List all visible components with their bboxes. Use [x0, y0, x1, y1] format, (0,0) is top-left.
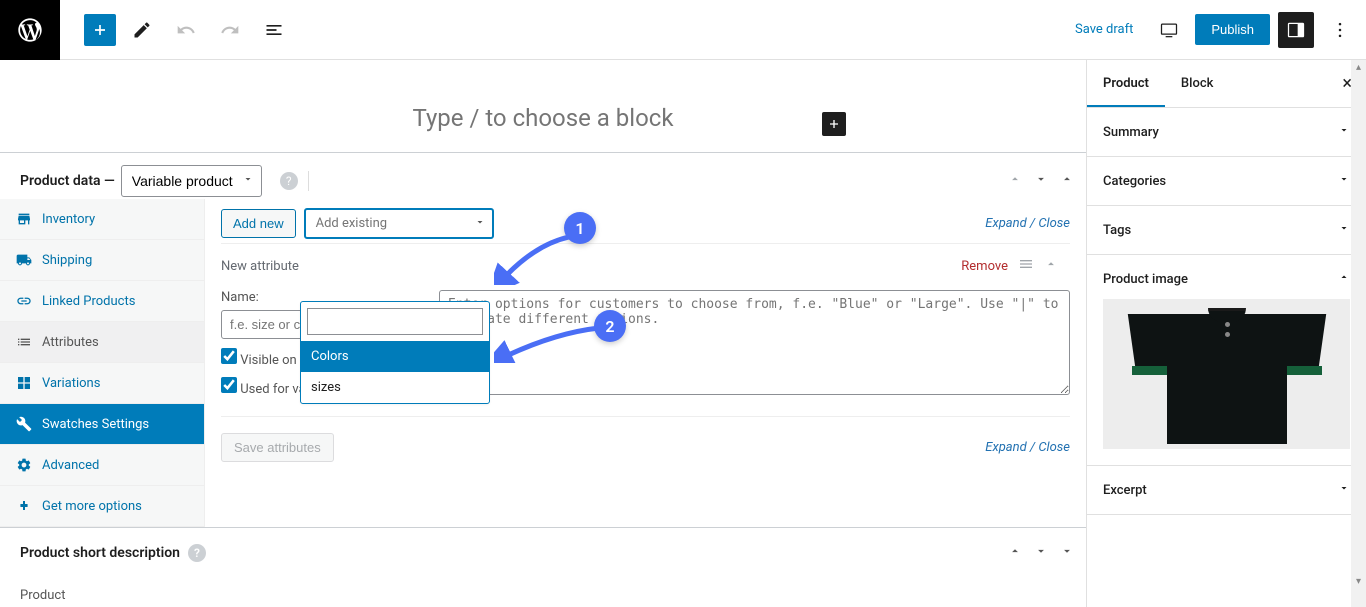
panel-title: Product image — [1103, 272, 1188, 287]
toolbar-right: Save draft Publish — [1065, 12, 1366, 48]
footer-product-label: Product — [0, 578, 1086, 607]
product-short-description-metabox: Product short description ? — [0, 527, 1086, 578]
swatches-icon — [16, 416, 32, 432]
collapse-icon[interactable] — [1044, 257, 1058, 275]
tab-label: Variations — [42, 376, 100, 391]
visible-checkbox[interactable] — [221, 348, 237, 364]
inventory-icon — [16, 211, 32, 227]
save-draft-link[interactable]: Save draft — [1065, 16, 1143, 43]
expand-collapse-link[interactable]: Expand / Close — [985, 216, 1070, 231]
short-desc-title: Product short description — [20, 545, 180, 561]
grid-icon — [16, 375, 32, 391]
reorder-icon[interactable] — [1018, 256, 1034, 276]
insert-block-button[interactable] — [822, 112, 846, 136]
chevron-up-icon — [1338, 271, 1350, 287]
dropdown-search-input[interactable] — [307, 308, 483, 335]
gear-icon — [16, 457, 32, 473]
top-toolbar: Save draft Publish — [0, 0, 1366, 60]
product-type-select[interactable]: Variable product — [121, 165, 262, 197]
editor-area: Type / to choose a block Product data — … — [0, 60, 1086, 607]
panel-title: Tags — [1103, 223, 1131, 238]
toggle-panel-icon[interactable] — [1060, 544, 1074, 562]
list-icon — [16, 334, 32, 350]
editor-scrollbar[interactable]: ▴ ▾ — [1351, 60, 1366, 607]
tab-linked-products[interactable]: Linked Products — [0, 281, 204, 322]
move-up-icon[interactable] — [1008, 172, 1022, 190]
add-new-button[interactable]: Add new — [221, 209, 296, 238]
new-attribute-label: New attribute — [221, 259, 299, 274]
undo-icon[interactable] — [168, 12, 204, 48]
add-block-button[interactable] — [84, 14, 116, 46]
product-image — [1132, 302, 1322, 447]
product-data-header: Product data — Variable product ? — [0, 153, 1086, 199]
tab-label: Linked Products — [42, 294, 135, 309]
move-up-icon[interactable] — [1008, 544, 1022, 562]
panel-summary[interactable]: Summary — [1087, 108, 1366, 157]
tab-advanced[interactable]: Advanced — [0, 445, 204, 486]
panel-excerpt[interactable]: Excerpt — [1087, 466, 1366, 515]
dropdown-option-sizes[interactable]: sizes — [301, 372, 489, 403]
preview-button[interactable] — [1151, 12, 1187, 48]
product-data-tabs: Inventory Shipping Linked Products — [0, 199, 205, 527]
attribute-row-header: New attribute Remove — [221, 243, 1070, 282]
save-attributes-button[interactable]: Save attributes — [221, 433, 334, 462]
dropdown-option-colors[interactable]: Colors — [301, 341, 489, 372]
toolbar-left — [60, 12, 292, 48]
attribute-dropdown: Colors sizes — [300, 301, 490, 404]
tab-attributes[interactable]: Attributes — [0, 322, 204, 363]
panel-title: Categories — [1103, 174, 1166, 189]
remove-link[interactable]: Remove — [961, 259, 1008, 274]
panel-product-image[interactable]: Product image — [1087, 255, 1366, 466]
more-options-button[interactable] — [1322, 12, 1358, 48]
move-down-icon[interactable] — [1034, 544, 1048, 562]
sidebar-tab-product[interactable]: Product — [1087, 60, 1165, 107]
tab-label: Shipping — [42, 253, 92, 268]
chevron-down-icon — [1338, 173, 1350, 189]
tab-label: Advanced — [42, 458, 99, 473]
help-icon[interactable]: ? — [280, 172, 298, 190]
block-placeholder[interactable]: Type / to choose a block — [0, 60, 1086, 144]
tab-swatches-settings[interactable]: Swatches Settings — [0, 404, 204, 445]
tab-variations[interactable]: Variations — [0, 363, 204, 404]
panel-categories[interactable]: Categories — [1087, 157, 1366, 206]
tab-label: Attributes — [42, 335, 99, 350]
scroll-up-icon[interactable]: ▴ — [1351, 60, 1366, 75]
add-existing-placeholder: Add existing — [316, 216, 387, 231]
variations-checkbox[interactable] — [221, 377, 237, 393]
publish-button[interactable]: Publish — [1195, 14, 1270, 45]
chevron-down-icon — [1338, 482, 1350, 498]
panel-title: Summary — [1103, 125, 1159, 140]
product-data-metabox: Product data — Variable product ? — [0, 152, 1086, 527]
product-data-label: Product data — — [20, 173, 115, 189]
product-image-preview[interactable] — [1103, 299, 1350, 449]
chevron-down-icon — [1338, 124, 1350, 140]
toggle-panel-icon[interactable] — [1060, 172, 1074, 190]
help-icon[interactable]: ? — [188, 544, 206, 562]
metabox-handles — [1008, 172, 1074, 190]
settings-sidebar: Product Block × Summary Categories Tags … — [1086, 60, 1366, 607]
tab-label: Get more options — [42, 499, 142, 514]
wordpress-logo[interactable] — [0, 0, 60, 60]
scroll-down-icon[interactable]: ▾ — [1351, 574, 1366, 589]
move-down-icon[interactable] — [1034, 172, 1048, 190]
attribute-values-textarea[interactable] — [439, 290, 1070, 395]
document-overview-icon[interactable] — [256, 12, 292, 48]
add-existing-select[interactable]: Add existing — [304, 208, 494, 239]
tools-icon[interactable] — [124, 12, 160, 48]
redo-icon[interactable] — [212, 12, 248, 48]
panel-tags[interactable]: Tags — [1087, 206, 1366, 255]
shipping-icon — [16, 252, 32, 268]
tab-get-more[interactable]: Get more options — [0, 486, 204, 527]
tab-inventory[interactable]: Inventory — [0, 199, 204, 240]
plugins-icon — [16, 498, 32, 514]
tab-label: Swatches Settings — [42, 417, 149, 432]
chevron-down-icon — [1338, 222, 1350, 238]
tab-label: Inventory — [42, 212, 95, 227]
expand-collapse-link-bottom[interactable]: Expand / Close — [985, 440, 1070, 455]
panel-title: Excerpt — [1103, 483, 1147, 498]
link-icon — [16, 293, 32, 309]
settings-toggle-button[interactable] — [1278, 12, 1314, 48]
tab-shipping[interactable]: Shipping — [0, 240, 204, 281]
sidebar-tab-block[interactable]: Block — [1165, 60, 1229, 107]
